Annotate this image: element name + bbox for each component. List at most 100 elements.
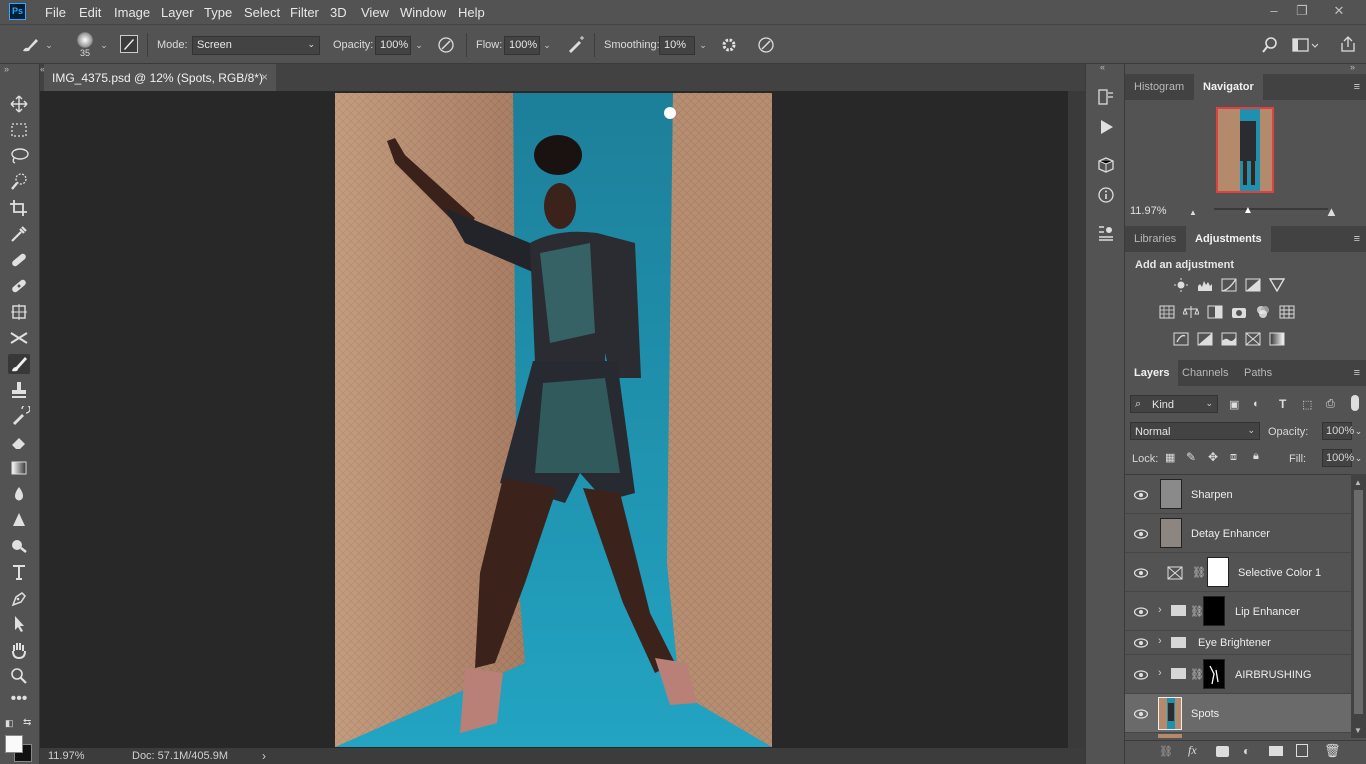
tab-channels[interactable]: Channels — [1173, 360, 1237, 386]
brush-tool-preset-icon[interactable] — [20, 36, 40, 54]
chevron-down-icon[interactable]: ⌄ — [412, 36, 426, 55]
airbrush-icon[interactable] — [566, 36, 586, 54]
photo-filter-icon[interactable] — [1231, 305, 1247, 319]
expand-icon[interactable]: « — [1100, 62, 1105, 72]
channel-mixer-icon[interactable] — [1255, 305, 1271, 319]
smoothing-input[interactable]: 10% — [659, 36, 695, 55]
link-icon[interactable]: ⛓ — [1192, 566, 1206, 579]
chevron-down-icon[interactable]: ⌄ — [540, 36, 554, 55]
filter-toggle[interactable] — [1351, 395, 1359, 411]
close-window-icon[interactable]: ✕ — [1328, 2, 1350, 20]
layer-row[interactable]: › Eye Brightener — [1125, 631, 1351, 655]
swap-colors-icon[interactable]: ⇆ — [23, 717, 31, 728]
type-icon[interactable] — [8, 562, 30, 582]
new-fill-adjustment-icon[interactable]: ◐ — [1243, 744, 1250, 758]
stamp-icon[interactable] — [8, 380, 30, 400]
sharpen-icon[interactable] — [8, 510, 30, 530]
lock-all-icon[interactable]: 🔒︎ — [1253, 450, 1259, 463]
menu-3d[interactable]: 3D — [330, 5, 347, 20]
collapse-panels-icon[interactable]: » — [1350, 62, 1355, 72]
lasso-icon[interactable] — [8, 146, 30, 166]
navigator-zoom-slider[interactable] — [1214, 208, 1328, 210]
visibility-eye-icon[interactable] — [1134, 709, 1148, 719]
zoom-out-icon[interactable]: ▲ — [1189, 208, 1197, 217]
info-icon[interactable] — [1096, 186, 1116, 204]
fill-input[interactable]: 100% — [1322, 449, 1354, 467]
eraser-icon[interactable] — [8, 432, 30, 452]
chevron-down-icon[interactable]: ⌄ — [97, 36, 111, 55]
navigator-zoom[interactable]: 11.97% — [1130, 205, 1167, 217]
status-menu-arrow[interactable]: › — [262, 749, 266, 763]
scroll-down-icon[interactable]: ▼ — [1354, 726, 1362, 735]
scroll-thumb[interactable] — [1354, 490, 1363, 714]
zoom-slider-handle[interactable]: ▲ — [1243, 205, 1253, 216]
visibility-eye-icon[interactable] — [1134, 670, 1148, 680]
close-tab-icon[interactable]: × — [261, 70, 268, 84]
properties-icon[interactable] — [1096, 224, 1116, 242]
crop-icon[interactable] — [8, 198, 30, 218]
menu-filter[interactable]: Filter — [290, 5, 319, 20]
gradient-map-icon[interactable] — [1269, 332, 1285, 346]
menu-view[interactable]: View — [361, 5, 389, 20]
tab-navigator[interactable]: Navigator — [1194, 74, 1263, 100]
restore-icon[interactable]: ❐ — [1291, 2, 1313, 20]
selective-color-icon[interactable] — [1245, 332, 1261, 346]
tab-layers[interactable]: Layers — [1125, 360, 1179, 386]
filter-adjustment-icon[interactable]: ◐ — [1253, 398, 1260, 410]
expand-group-icon[interactable]: › — [1158, 635, 1162, 647]
layer-row[interactable]: Detay Enhancer — [1125, 514, 1351, 553]
lock-paint-icon[interactable]: ✎ — [1186, 450, 1196, 464]
layer-opacity-input[interactable]: 100% — [1322, 422, 1354, 440]
layer-mask-thumbnail[interactable] — [1203, 596, 1225, 626]
panel-menu-icon[interactable]: ≡ — [1354, 81, 1360, 93]
pressure-opacity-icon[interactable] — [437, 36, 455, 54]
minimize-icon[interactable]: – — [1263, 2, 1285, 20]
eyedropper-icon[interactable] — [8, 224, 30, 244]
link-icon[interactable]: ⛓ — [1190, 605, 1204, 618]
zoom-in-icon[interactable]: ▲ — [1325, 204, 1338, 219]
menu-layer[interactable]: Layer — [161, 5, 194, 20]
brush-panel-icon[interactable] — [120, 35, 138, 53]
visibility-eye-icon[interactable] — [1134, 607, 1148, 617]
more-icon[interactable]: ••• — [8, 691, 30, 712]
move-icon[interactable] — [8, 94, 30, 114]
menu-window[interactable]: Window — [400, 5, 446, 20]
brush-tip-icon[interactable] — [77, 32, 93, 48]
panel-menu-icon[interactable]: ≡ — [1354, 367, 1360, 379]
visibility-eye-icon[interactable] — [1134, 529, 1148, 539]
path-select-icon[interactable] — [8, 614, 30, 634]
layer-row[interactable]: Spots — [1125, 694, 1351, 733]
invert-icon[interactable] — [1173, 332, 1189, 346]
layer-row[interactable] — [1125, 733, 1351, 738]
new-group-icon[interactable] — [1269, 746, 1283, 756]
zoom-icon[interactable] — [8, 666, 30, 686]
visibility-eye-icon[interactable] — [1134, 568, 1148, 578]
levels-icon[interactable] — [1197, 278, 1213, 292]
pressure-size-icon[interactable] — [757, 36, 775, 54]
black-white-icon[interactable] — [1207, 305, 1223, 319]
menu-edit[interactable]: Edit — [79, 5, 101, 20]
content-aware-icon[interactable] — [8, 302, 30, 322]
color-balance-icon[interactable] — [1183, 305, 1199, 319]
chevron-down-icon[interactable]: ⌄ — [696, 36, 710, 55]
lock-artboard-icon[interactable]: ⧈ — [1230, 451, 1237, 464]
tab-histogram[interactable]: Histogram — [1125, 74, 1193, 100]
history-brush-icon[interactable] — [8, 406, 30, 426]
pen-icon[interactable] — [8, 588, 30, 608]
tab-libraries[interactable]: Libraries — [1125, 226, 1185, 252]
default-colors-icon[interactable]: ◧ — [5, 718, 14, 729]
share-icon[interactable] — [1340, 35, 1356, 53]
tab-paths[interactable]: Paths — [1235, 360, 1281, 386]
menu-select[interactable]: Select — [244, 5, 280, 20]
curves-icon[interactable] — [1221, 278, 1237, 292]
layer-row[interactable]: ⛓ Selective Color 1 — [1125, 553, 1351, 592]
scroll-up-icon[interactable]: ▲ — [1354, 478, 1362, 487]
workspace-icon[interactable] — [1292, 38, 1318, 52]
exposure-icon[interactable] — [1245, 278, 1261, 292]
lock-position-icon[interactable]: ✥ — [1208, 450, 1218, 464]
patch-icon[interactable] — [8, 276, 30, 296]
zoom-level[interactable]: 11.97% — [48, 750, 85, 762]
layer-mask-thumbnail[interactable] — [1207, 557, 1229, 587]
threshold-icon[interactable] — [1221, 332, 1237, 346]
chevron-down-icon[interactable]: ⌄ — [1352, 422, 1365, 440]
